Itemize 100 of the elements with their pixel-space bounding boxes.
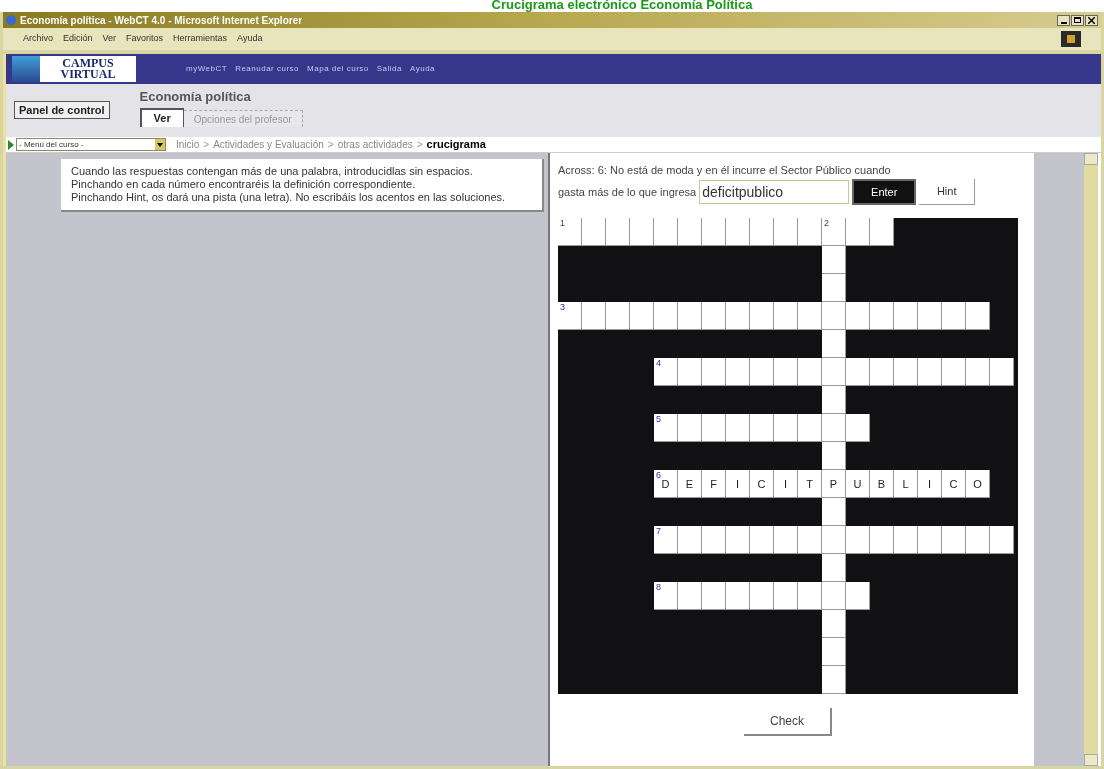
scrollbar[interactable] (1084, 153, 1098, 766)
grid-cell[interactable] (822, 442, 846, 470)
grid-cell[interactable] (798, 582, 822, 610)
grid-cell[interactable] (702, 414, 726, 442)
clue-number[interactable]: 8 (656, 583, 661, 592)
close-icon[interactable] (1085, 14, 1098, 26)
grid-cell[interactable] (966, 526, 990, 554)
grid-cell[interactable] (678, 582, 702, 610)
grid-cell[interactable] (798, 414, 822, 442)
grid-cell[interactable]: 6 D (654, 470, 678, 498)
grid-cell[interactable] (726, 358, 750, 386)
grid-cell[interactable] (678, 358, 702, 386)
grid-cell[interactable] (966, 302, 990, 330)
grid-cell[interactable]: 8 (654, 582, 678, 610)
grid-cell[interactable] (774, 218, 798, 246)
grid-cell[interactable] (846, 358, 870, 386)
grid-cell[interactable] (942, 302, 966, 330)
grid-cell[interactable] (726, 582, 750, 610)
breadcrumb-link[interactable]: Inicio (176, 137, 200, 152)
grid-cell[interactable] (702, 218, 726, 246)
course-menu-dropdown[interactable]: - Menú del curso - (16, 138, 166, 151)
grid-cell[interactable] (894, 358, 918, 386)
grid-cell[interactable] (750, 582, 774, 610)
grid-cell[interactable]: B (870, 470, 894, 498)
grid-cell[interactable] (654, 218, 678, 246)
grid-cell[interactable] (774, 358, 798, 386)
tab[interactable]: Ver (139, 108, 184, 127)
grid-cell[interactable] (846, 414, 870, 442)
grid-cell[interactable] (702, 302, 726, 330)
nav-link[interactable]: myWebCT (186, 63, 228, 75)
grid-cell[interactable] (750, 526, 774, 554)
breadcrumb-link[interactable]: Actividades y Evaluación (213, 137, 324, 152)
scroll-up-icon[interactable] (1084, 153, 1098, 165)
grid-cell[interactable] (990, 358, 1014, 386)
grid-cell[interactable] (846, 218, 870, 246)
grid-cell[interactable] (798, 358, 822, 386)
grid-cell[interactable] (918, 526, 942, 554)
grid-cell[interactable] (702, 526, 726, 554)
grid-cell[interactable] (726, 302, 750, 330)
grid-cell[interactable] (630, 218, 654, 246)
grid-cell[interactable] (966, 358, 990, 386)
grid-cell[interactable] (822, 386, 846, 414)
grid-cell[interactable] (942, 358, 966, 386)
check-button[interactable]: Check (744, 708, 832, 736)
scroll-down-icon[interactable] (1084, 754, 1098, 766)
grid-cell[interactable]: U (846, 470, 870, 498)
grid-cell[interactable] (822, 666, 846, 694)
control-panel-button[interactable]: Panel de control (14, 101, 110, 119)
grid-cell[interactable] (990, 526, 1014, 554)
grid-cell[interactable] (606, 218, 630, 246)
grid-cell[interactable] (750, 414, 774, 442)
grid-cell[interactable] (798, 218, 822, 246)
grid-cell[interactable]: I (918, 470, 942, 498)
grid-cell[interactable] (702, 358, 726, 386)
grid-cell[interactable] (822, 274, 846, 302)
grid-cell[interactable]: L (894, 470, 918, 498)
grid-cell[interactable] (750, 358, 774, 386)
grid-cell[interactable] (606, 302, 630, 330)
grid-cell[interactable] (822, 610, 846, 638)
grid-cell[interactable] (822, 414, 846, 442)
grid-cell[interactable] (822, 554, 846, 582)
grid-cell[interactable] (726, 414, 750, 442)
minimize-icon[interactable] (1057, 14, 1070, 26)
menu-item[interactable]: Ver (102, 32, 117, 46)
grid-cell[interactable]: 2 (822, 218, 846, 246)
grid-cell[interactable]: T (798, 470, 822, 498)
grid-cell[interactable]: I (726, 470, 750, 498)
grid-cell[interactable] (942, 526, 966, 554)
grid-cell[interactable]: 4 (654, 358, 678, 386)
grid-cell[interactable] (678, 414, 702, 442)
grid-cell[interactable]: C (750, 470, 774, 498)
grid-cell[interactable] (870, 302, 894, 330)
grid-cell[interactable] (870, 526, 894, 554)
grid-cell[interactable] (918, 302, 942, 330)
grid-cell[interactable] (894, 526, 918, 554)
grid-cell[interactable]: 1 (558, 218, 582, 246)
grid-cell[interactable]: C (942, 470, 966, 498)
grid-cell[interactable]: 3 (558, 302, 582, 330)
grid-cell[interactable] (846, 302, 870, 330)
grid-cell[interactable] (846, 526, 870, 554)
grid-cell[interactable]: P (822, 470, 846, 498)
nav-link[interactable]: Ayuda (410, 63, 436, 75)
grid-cell[interactable] (822, 358, 846, 386)
hint-button[interactable]: Hint (919, 179, 976, 205)
grid-cell[interactable] (798, 302, 822, 330)
grid-cell[interactable] (822, 582, 846, 610)
grid-cell[interactable] (678, 302, 702, 330)
grid-cell[interactable] (630, 302, 654, 330)
nav-link[interactable]: Salida (376, 63, 402, 75)
grid-cell[interactable] (822, 638, 846, 666)
clue-number[interactable]: 3 (560, 303, 565, 312)
clue-number[interactable]: 1 (560, 219, 565, 228)
grid-cell[interactable] (726, 526, 750, 554)
maximize-icon[interactable] (1071, 14, 1084, 26)
nav-link[interactable]: Reanudar curso (235, 63, 300, 75)
grid-cell[interactable]: I (774, 470, 798, 498)
clue-number[interactable]: 4 (656, 359, 661, 368)
grid-cell[interactable]: F (702, 470, 726, 498)
nav-link[interactable]: Mapa del curso (307, 63, 369, 75)
campus-virtual-logo[interactable]: CAMPUS VIRTUAL (12, 56, 136, 82)
